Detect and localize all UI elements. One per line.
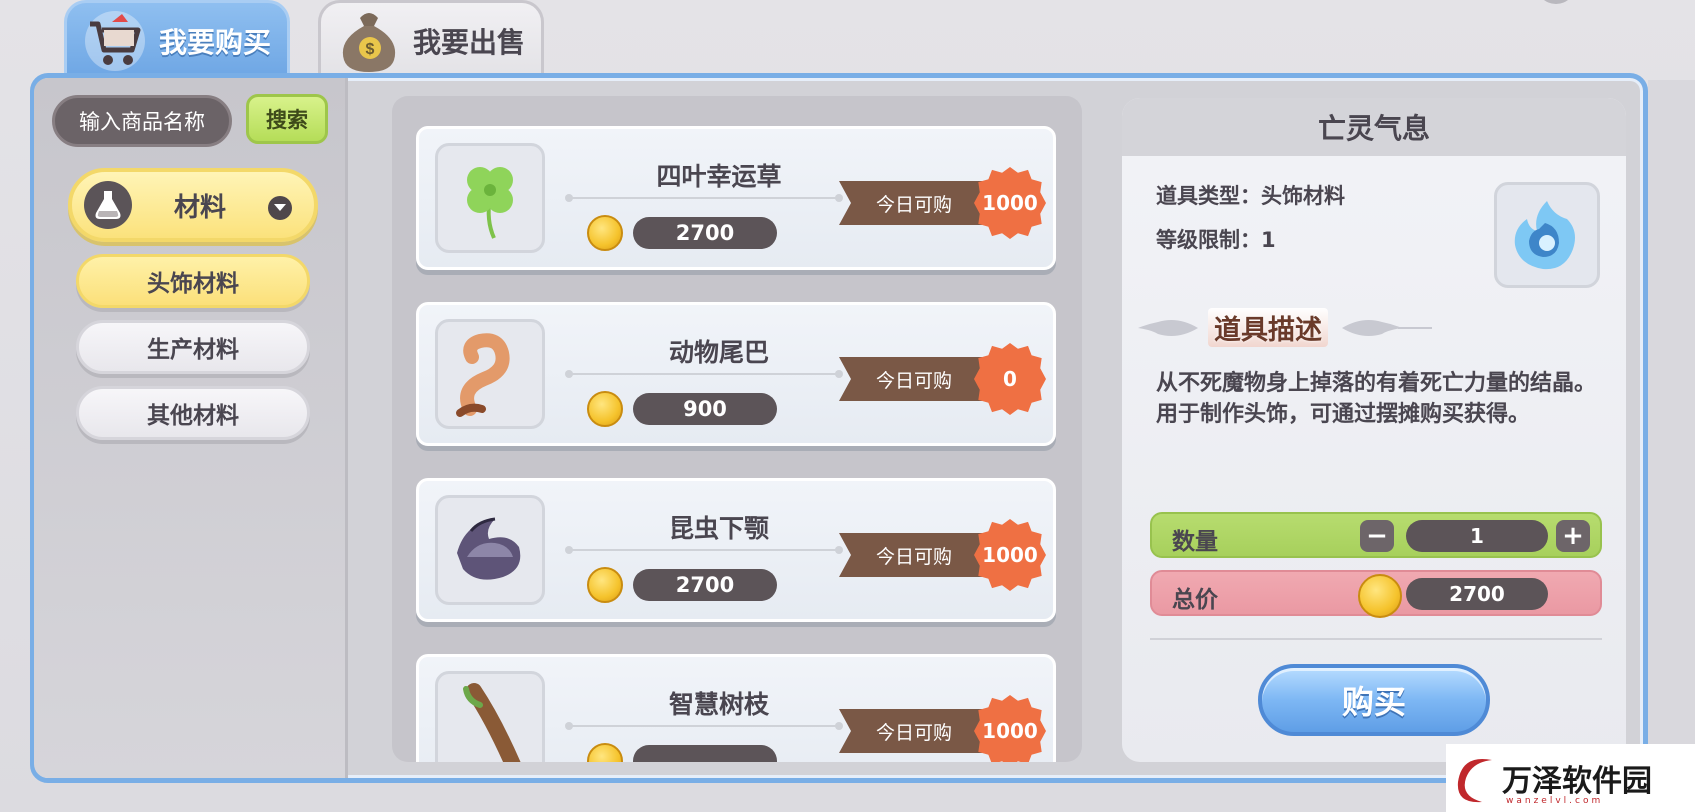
divider <box>565 546 843 554</box>
money-bag-icon: $ <box>333 5 405 77</box>
level-requirement: 等级限制：1 <box>1156 228 1276 252</box>
detail-title: 亡灵气息 <box>1122 98 1626 156</box>
item-description: 从不死魔物身上掉落的有着死亡力量的结晶。用于制作头饰，可通过摆摊购买获得。 <box>1156 371 1597 427</box>
quantity-stepper: 数量 − 1 + <box>1150 512 1602 558</box>
shopping-cart-icon <box>79 5 151 77</box>
wing-right-icon <box>1342 320 1432 336</box>
subcategory-label: 生产材料 <box>147 337 239 363</box>
item-detail-panel: 亡灵气息 道具类型：头饰材料 等级限制：1 道具描述 从不死魔物身上掉落的有着死… <box>1122 98 1626 762</box>
plus-button[interactable]: + <box>1556 520 1590 552</box>
divider <box>565 722 843 730</box>
item-name: 四叶幸运草 <box>656 162 782 191</box>
watermark-logo-icon <box>1457 758 1492 803</box>
category-label: 材料 <box>174 192 227 223</box>
daily-limit-ribbon: 今日可购 <box>839 709 989 753</box>
quantity-label: 数量 <box>1172 529 1218 555</box>
description-title: 道具描述 <box>1208 307 1328 347</box>
daily-limit-badge: 1000 <box>974 519 1046 591</box>
item-price: 2700 <box>633 569 777 601</box>
spirit-flame-icon <box>1494 182 1600 288</box>
daily-limit-badge: 1000 <box>974 695 1046 762</box>
tab-sell[interactable]: $ 我要出售 <box>318 0 544 78</box>
mandible-icon <box>435 495 545 605</box>
quantity-value[interactable]: 1 <box>1406 520 1548 552</box>
daily-limit-ribbon: 今日可购 <box>839 533 989 577</box>
item-name: 智慧树枝 <box>668 690 769 719</box>
watermark-text: 万泽软件园 <box>1502 764 1652 799</box>
coin-icon <box>1358 574 1402 618</box>
tail-icon <box>435 319 545 429</box>
item-list[interactable]: 四叶幸运草 2700 今日可购 1000 动物尾巴 900 今日可购 0 昆虫下… <box>392 96 1082 762</box>
subcategory-other-materials[interactable]: 其他材料 <box>76 386 310 440</box>
search-input[interactable]: 输入商品名称 <box>52 95 232 147</box>
list-item[interactable]: 昆虫下颚 2700 今日可购 1000 <box>416 478 1056 622</box>
daily-limit-ribbon: 今日可购 <box>839 181 989 225</box>
watermark: 万泽软件园 wanzelvl.com <box>1446 744 1695 812</box>
branch-icon <box>435 671 545 762</box>
corner-decoration <box>1536 0 1576 4</box>
subcategory-label: 头饰材料 <box>147 271 239 297</box>
item-price: 900 <box>633 393 777 425</box>
description-header: 道具描述 <box>1138 304 1438 350</box>
subcategory-headwear-materials[interactable]: 头饰材料 <box>76 254 310 308</box>
frame-edge <box>1648 80 1695 744</box>
coin-icon <box>587 743 623 762</box>
daily-limit-badge: 0 <box>974 343 1046 415</box>
coin-icon <box>587 215 623 251</box>
subcategory-label: 其他材料 <box>147 403 239 429</box>
clover-icon <box>435 143 545 253</box>
daily-limit-ribbon: 今日可购 <box>839 357 989 401</box>
svg-text:$: $ <box>366 41 375 58</box>
total-label: 总价 <box>1172 587 1218 613</box>
tab-buy[interactable]: 我要购买 <box>64 0 290 78</box>
coin-icon <box>587 391 623 427</box>
coin-icon <box>587 567 623 603</box>
list-item[interactable]: 智慧树枝 今日可购 1000 <box>416 654 1056 762</box>
list-item[interactable]: 动物尾巴 900 今日可购 0 <box>416 302 1056 446</box>
subcategory-production-materials[interactable]: 生产材料 <box>76 320 310 374</box>
buy-button[interactable]: 购买 <box>1258 664 1490 736</box>
item-name: 动物尾巴 <box>668 338 769 367</box>
divider <box>565 370 843 378</box>
watermark-url: wanzelvl.com <box>1506 796 1604 806</box>
potion-flask-icon <box>84 181 132 229</box>
total-price-bar: 总价 2700 <box>1150 570 1602 618</box>
item-name: 昆虫下颚 <box>668 514 769 543</box>
item-price: 2700 <box>633 217 777 249</box>
list-item[interactable]: 四叶幸运草 2700 今日可购 1000 <box>416 126 1056 270</box>
category-dropdown-materials[interactable]: 材料 <box>68 168 318 242</box>
divider <box>1150 638 1602 640</box>
chevron-down-icon <box>268 196 292 220</box>
tab-buy-label: 我要购买 <box>159 25 272 59</box>
daily-limit-badge: 1000 <box>974 167 1046 239</box>
tab-sell-label: 我要出售 <box>413 25 526 59</box>
minus-button[interactable]: − <box>1360 520 1394 552</box>
search-button[interactable]: 搜索 <box>246 94 328 144</box>
divider <box>565 194 843 202</box>
total-price: 2700 <box>1406 578 1548 610</box>
item-type: 道具类型：头饰材料 <box>1156 184 1345 208</box>
wing-left-icon <box>1138 320 1198 336</box>
item-price <box>633 745 777 762</box>
